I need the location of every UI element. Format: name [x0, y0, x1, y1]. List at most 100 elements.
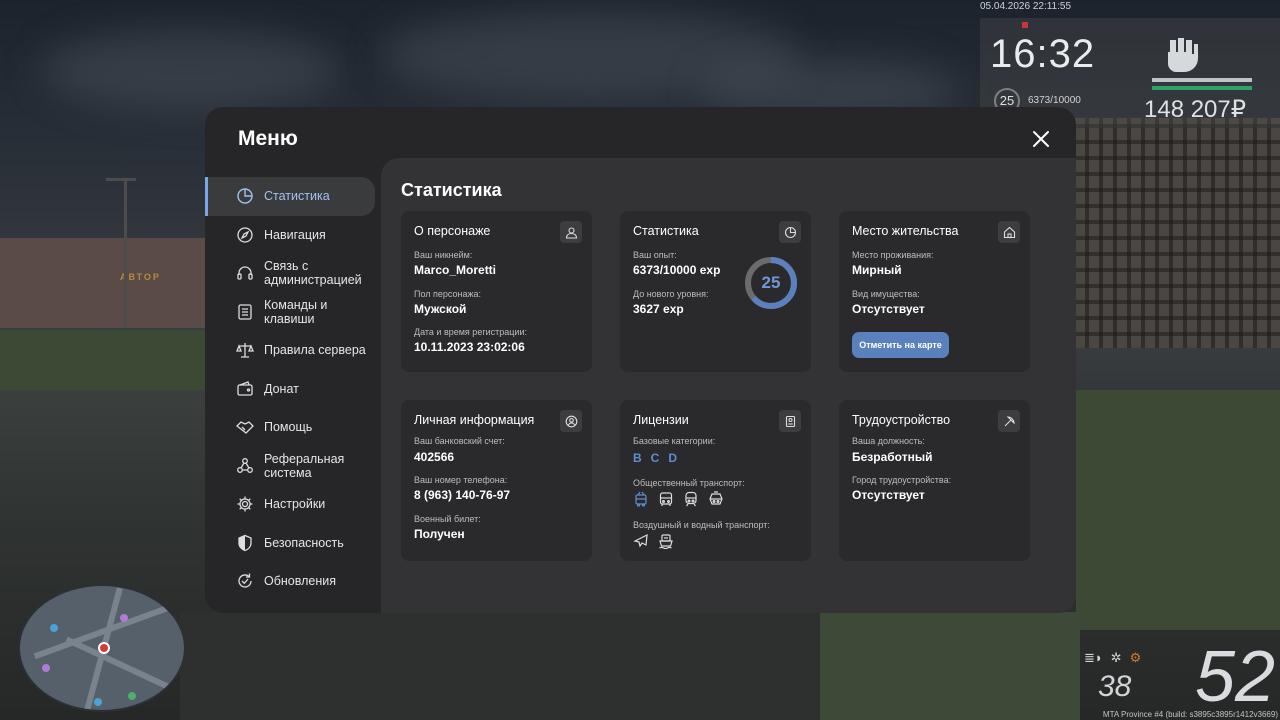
compass-icon — [236, 226, 254, 244]
engine-icon: ⚙ — [1129, 650, 1142, 665]
field-label: Военный билет: — [414, 514, 481, 524]
sidebar-item-referral[interactable]: Реферальная система — [205, 447, 381, 486]
field-label: Базовые категории: — [633, 436, 716, 446]
hud-clock: 16:32 — [990, 32, 1096, 76]
headlight-icon: ≣◗ — [1084, 650, 1103, 665]
sidebar-item-help[interactable]: Помощь — [205, 408, 381, 447]
armor-bar — [1152, 86, 1252, 90]
card-title: Лицензии — [633, 413, 689, 427]
sidebar-item-security[interactable]: Безопасность — [205, 524, 381, 563]
job-city-value: Отсутствует — [852, 488, 925, 502]
airplane-icon — [633, 533, 648, 548]
hud-fuel: 38 — [1098, 670, 1132, 703]
card-title: Статистика — [633, 224, 699, 238]
job-position-value: Безработный — [852, 450, 933, 464]
wallet-icon — [236, 380, 254, 398]
boat-icon — [659, 534, 673, 549]
minimap — [18, 584, 186, 712]
card-title: Место жительства — [852, 224, 959, 238]
home-icon — [998, 221, 1020, 243]
hud-money: 148 207₽ — [1144, 96, 1247, 123]
sidebar-item-label: Обновления — [264, 574, 336, 589]
license-category-b: B — [633, 451, 642, 465]
military-id-value: Получен — [414, 527, 465, 541]
sidebar-item-admin-contact[interactable]: Связь с администрацией — [205, 254, 381, 293]
field-label: Ваш банковский счет: — [414, 436, 505, 446]
user-icon — [560, 221, 582, 243]
exp-value: 6373/10000 exp — [633, 263, 721, 277]
field-label: Место проживания: — [852, 250, 934, 260]
license-categories: B C D — [633, 451, 677, 465]
close-icon[interactable] — [1029, 127, 1053, 151]
sidebar-item-label: Настройки — [264, 497, 326, 512]
sidebar-item-label: Реферальная система — [264, 451, 345, 480]
sidebar-item-rules[interactable]: Правила сервера — [205, 331, 381, 370]
menu-window: Меню Статистика Навигация Связь с админи… — [205, 107, 1076, 613]
recording-indicator — [1022, 22, 1028, 28]
field-label: Пол персонажа: — [414, 289, 482, 299]
trolleybus-icon — [635, 491, 647, 507]
fist-icon — [1168, 38, 1198, 72]
nickname-value: Marco_Moretti — [414, 263, 497, 277]
bank-account-value: 402566 — [414, 450, 455, 464]
sidebar-item-statistics[interactable]: Статистика — [205, 177, 375, 216]
sidebar-item-label: Статистика — [264, 189, 330, 204]
page-title: Статистика — [401, 180, 502, 200]
hud-exp: 6373/10000 — [1028, 95, 1081, 106]
gender-value: Мужской — [414, 302, 467, 316]
scales-icon — [236, 341, 254, 359]
user-circle-icon — [560, 410, 582, 432]
next-level-value: 3627 exp — [633, 302, 684, 316]
tram-icon — [709, 491, 723, 505]
id-card-icon — [779, 410, 801, 432]
licenses-card: Лицензии Базовые категории: B C D Общест… — [620, 400, 811, 561]
gear-icon — [236, 495, 254, 513]
stats-card: Статистика Ваш опыт: 6373/10000 exp До н… — [620, 211, 811, 372]
field-label: Воздушный и водный транспорт: — [633, 520, 770, 530]
field-label: Дата и время регистрации: — [414, 327, 527, 337]
sidebar-item-label: Помощь — [264, 420, 313, 435]
field-label: Ваш никнейм: — [414, 250, 473, 260]
refresh-icon — [236, 572, 254, 590]
network-icon — [236, 457, 254, 475]
hud-datetime: 05.04.2026 22:11:55 — [980, 1, 1072, 12]
sidebar-item-settings[interactable]: Настройки — [205, 485, 381, 524]
sidebar-item-label: Правила сервера — [264, 343, 366, 358]
phone-value: 8 (963) 140-76-97 — [414, 488, 511, 502]
air-water-licenses — [633, 533, 674, 549]
sidebar-item-label: Донат — [264, 381, 299, 396]
sidebar-item-donate[interactable]: Донат — [205, 370, 381, 409]
sidebar-item-navigation[interactable]: Навигация — [205, 216, 381, 255]
handshake-icon — [236, 418, 254, 436]
property-value: Отсутствует — [852, 302, 925, 316]
field-label: Вид имущества: — [852, 289, 920, 299]
train-icon — [685, 491, 697, 507]
registration-value: 10.11.2023 23:02:06 — [414, 340, 525, 354]
sidebar-item-label: Навигация — [264, 227, 326, 242]
sidebar-item-label: Команды и клавиши — [264, 297, 328, 326]
field-label: Ваша должность: — [852, 436, 925, 446]
player-marker-icon — [98, 642, 110, 654]
sidebar-nav: Статистика Навигация Связь с администрац… — [205, 177, 381, 601]
pickaxe-icon — [998, 410, 1020, 432]
vehicle-indicators: ≣◗ ✲ ⚙ — [1084, 650, 1141, 666]
personal-info-card: Личная информация Ваш банковский счет: 4… — [401, 400, 592, 561]
field-label: Город трудоустройства: — [852, 475, 952, 485]
menu-title: Меню — [238, 127, 298, 150]
shield-icon — [236, 534, 254, 552]
sidebar-item-label: Безопасность — [264, 535, 344, 550]
license-category-c: C — [650, 451, 660, 465]
sidebar-item-label: Связь с администрацией — [264, 259, 362, 288]
sidebar-item-updates[interactable]: Обновления — [205, 562, 381, 601]
level-value: 25 — [761, 273, 781, 292]
character-card: О персонаже Ваш никнейм: Marco_Moretti П… — [401, 211, 592, 372]
card-title: О персонаже — [414, 224, 491, 238]
sidebar-item-commands[interactable]: Команды и клавиши — [205, 293, 381, 332]
residence-card: Место жительства Место проживания: Мирны… — [839, 211, 1030, 372]
pie-chart-icon — [236, 187, 254, 205]
hud-speedometer: 52 — [1195, 637, 1276, 717]
mark-on-map-button[interactable]: Отметить на карте — [852, 332, 949, 358]
field-label: Ваш опыт: — [633, 250, 677, 260]
pie-chart-icon — [779, 221, 801, 243]
list-icon — [236, 303, 254, 321]
